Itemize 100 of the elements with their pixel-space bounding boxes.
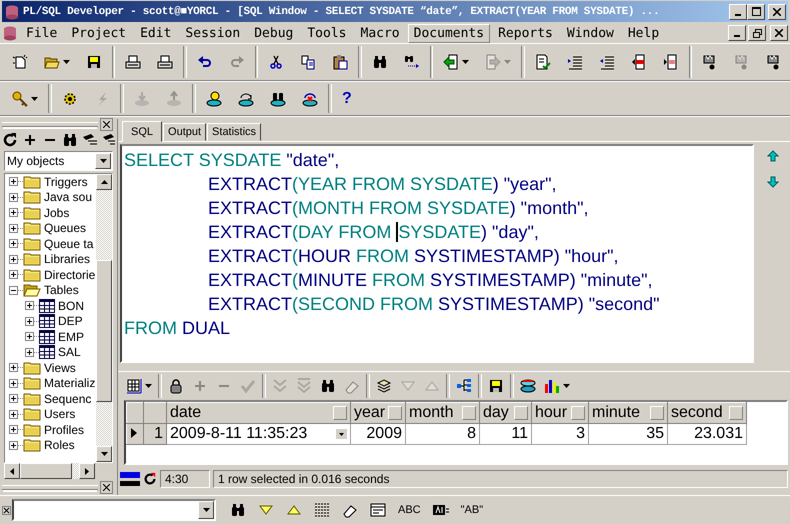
panel-grip[interactable]	[2, 122, 98, 127]
tree-item[interactable]: SAL	[55, 345, 81, 360]
expand-icon[interactable]	[9, 410, 18, 419]
find-field[interactable]	[12, 499, 216, 521]
document-stack-icon[interactable]	[376, 378, 392, 394]
clipboard-icon[interactable]	[332, 54, 348, 70]
grid-icon[interactable]	[126, 378, 142, 394]
expand-icon[interactable]	[25, 316, 34, 326]
copy-icon[interactable]	[300, 54, 316, 70]
close-button[interactable]	[100, 480, 113, 494]
restore-button[interactable]	[748, 25, 766, 41]
expand-icon[interactable]	[9, 224, 18, 233]
menu-item[interactable]: Macro	[354, 24, 406, 42]
column-header[interactable]: date	[170, 404, 202, 422]
collapse-icon[interactable]	[9, 286, 18, 295]
menu-item[interactable]: Documents	[408, 24, 490, 42]
menu-item[interactable]: Edit	[134, 24, 178, 42]
scroll-left-icon[interactable]	[10, 468, 14, 474]
tree-item[interactable]: Queues	[41, 221, 86, 236]
tree-item[interactable]: Java sou	[41, 190, 92, 204]
outdent-icon[interactable]	[598, 54, 615, 70]
expand-icon[interactable]	[25, 301, 34, 310]
filter-button[interactable]	[462, 406, 476, 420]
database-binoculars-icon[interactable]	[270, 90, 286, 106]
expand-icon[interactable]	[9, 192, 18, 202]
document-import-icon[interactable]	[662, 54, 679, 70]
expand-icon[interactable]	[9, 208, 18, 218]
binoculars-arrow-icon[interactable]	[404, 54, 420, 70]
plus-icon[interactable]	[22, 132, 38, 148]
expand-icon[interactable]	[9, 394, 18, 404]
scissors-icon[interactable]	[268, 54, 284, 70]
object-filter-dropdown[interactable]: My objects	[4, 151, 113, 171]
expand-icon[interactable]	[9, 254, 18, 264]
key-icon[interactable]	[12, 90, 28, 106]
menu-item[interactable]: Reports	[492, 24, 559, 42]
menu-item[interactable]: Debug	[248, 24, 300, 42]
binoculars-icon[interactable]	[320, 378, 336, 394]
menu-item[interactable]: Window	[560, 24, 620, 42]
binoculars-icon[interactable]	[372, 54, 388, 70]
tree-item[interactable]: Queue ta	[41, 236, 94, 251]
tree-item[interactable]: Sequenc	[41, 392, 92, 406]
filter-button[interactable]	[514, 406, 528, 420]
tree-item[interactable]: Directorie	[41, 268, 96, 282]
whole-word-icon[interactable]	[432, 502, 449, 518]
caret-icon[interactable]	[462, 60, 470, 64]
tree-item[interactable]: Roles	[41, 438, 75, 452]
save-icon[interactable]	[86, 54, 102, 70]
horizontal-scrollbar[interactable]	[4, 463, 95, 479]
tree-item[interactable]: Jobs	[41, 206, 70, 220]
text-search-button[interactable]: "AB"	[460, 504, 484, 516]
lock-icon[interactable]	[168, 378, 184, 394]
filter-button[interactable]	[650, 406, 664, 420]
expand-icon[interactable]	[9, 440, 18, 450]
sql-editor[interactable]	[120, 144, 754, 363]
binoculars-icon[interactable]	[62, 132, 78, 148]
expand-icon[interactable]	[9, 425, 18, 434]
tree-item[interactable]: Tables	[41, 283, 79, 298]
save-icon[interactable]	[488, 378, 504, 394]
gear-icon[interactable]	[62, 90, 78, 106]
tree-item[interactable]: EMP	[55, 330, 84, 344]
tree-item[interactable]: Profiles	[41, 422, 84, 437]
tree-item[interactable]: Triggers	[41, 174, 88, 189]
minimize-button[interactable]	[728, 25, 746, 41]
tab[interactable]: Output	[163, 123, 206, 141]
database-arrow-icon[interactable]	[238, 90, 254, 106]
refresh-icon[interactable]	[2, 132, 18, 148]
tree-item[interactable]: Users	[41, 407, 76, 422]
database-bulb-icon[interactable]	[206, 90, 222, 106]
close-icon[interactable]	[2, 506, 11, 514]
expand-icon[interactable]	[9, 270, 18, 280]
bar-chart-icon[interactable]	[544, 378, 560, 394]
new-document-icon[interactable]	[12, 54, 28, 70]
refresh-icon[interactable]	[143, 472, 157, 486]
caret-icon[interactable]	[31, 96, 38, 100]
tree-item[interactable]: DEP	[55, 314, 83, 328]
printer-icon[interactable]	[125, 54, 142, 70]
undo-icon[interactable]	[196, 54, 213, 70]
arrow-down-icon[interactable]	[767, 176, 779, 188]
expand-icon[interactable]	[25, 332, 34, 342]
tree-item[interactable]: Libraries	[41, 252, 90, 266]
help-button[interactable]: ?	[342, 90, 352, 108]
close-button[interactable]	[100, 118, 113, 131]
filter-button[interactable]	[729, 406, 743, 420]
text-search-button[interactable]: ABC	[398, 504, 421, 516]
database-icon[interactable]	[520, 378, 536, 394]
tree-item[interactable]: BON	[55, 298, 84, 313]
menu-item[interactable]: Tools	[301, 24, 352, 42]
scroll-down-icon[interactable]	[100, 452, 108, 456]
menu-item[interactable]: Session	[179, 24, 246, 42]
indent-icon[interactable]	[566, 54, 583, 70]
document-arrow-icon[interactable]	[443, 54, 460, 70]
tree-item[interactable]: Materializ	[41, 376, 96, 390]
binoculars-icon[interactable]	[230, 502, 246, 518]
tab[interactable]: SQL	[122, 121, 162, 142]
maximize-button[interactable]	[747, 4, 765, 20]
filter-button[interactable]	[333, 406, 347, 420]
expand-icon[interactable]	[9, 378, 18, 388]
text-lines-icon[interactable]	[314, 502, 330, 518]
scroll-up-icon[interactable]	[100, 180, 108, 184]
dropdown-icon[interactable]	[336, 429, 347, 439]
